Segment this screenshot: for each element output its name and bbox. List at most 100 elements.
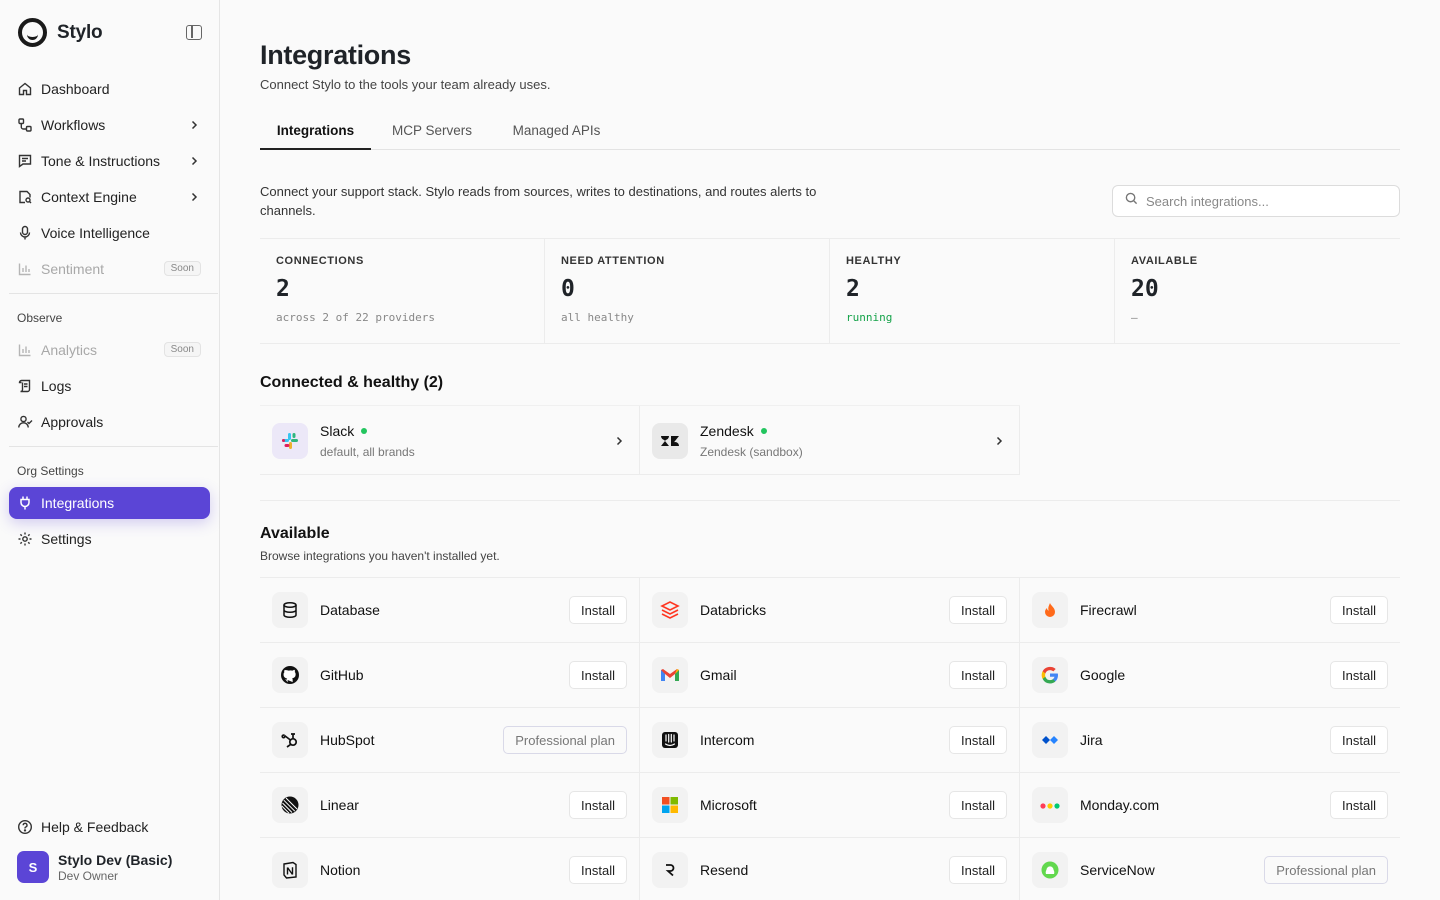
- sidebar-item-settings[interactable]: Settings: [9, 523, 210, 555]
- sidebar-item-label: Settings: [41, 531, 92, 547]
- google-icon: [1032, 657, 1068, 693]
- install-button[interactable]: Install: [569, 661, 627, 689]
- install-button[interactable]: Install: [569, 596, 627, 624]
- available-heading: Available: [260, 525, 330, 542]
- zendesk-icon: [652, 423, 688, 459]
- install-button[interactable]: Install: [1330, 791, 1388, 819]
- integration-name: Firecrawl: [1080, 602, 1137, 618]
- install-button[interactable]: Install: [569, 791, 627, 819]
- install-button[interactable]: Install: [569, 856, 627, 884]
- sidebar-divider: [9, 293, 218, 294]
- sidebar-item-dashboard[interactable]: Dashboard: [9, 73, 210, 105]
- professional-plan-button[interactable]: Professional plan: [1264, 856, 1388, 884]
- databricks-icon: [652, 592, 688, 628]
- integration-card-microsoft: Microsoft Install: [640, 772, 1020, 837]
- professional-plan-button[interactable]: Professional plan: [503, 726, 627, 754]
- connected-heading: Connected & healthy (2): [260, 374, 444, 391]
- sidebar-item-context-engine[interactable]: Context Engine: [9, 181, 210, 213]
- connected-desc: Zendesk (sandbox): [700, 445, 803, 459]
- sidebar-item-label: Sentiment: [41, 261, 105, 277]
- tab-managed-apis[interactable]: Managed APIs: [500, 112, 613, 149]
- stat-note: —: [1131, 311, 1138, 324]
- install-button[interactable]: Install: [1330, 661, 1388, 689]
- sidebar-item-label: Tone & Instructions: [41, 153, 161, 169]
- integration-card-gmail: Gmail Install: [640, 642, 1020, 707]
- integration-name: Jira: [1080, 732, 1103, 748]
- sidebar-item-sentiment: Sentiment Soon: [9, 253, 210, 285]
- database-icon: [272, 592, 308, 628]
- stat-value: 2: [846, 276, 860, 302]
- file-search-icon: [17, 189, 33, 205]
- sidebar-item-tone-instructions[interactable]: Tone & Instructions: [9, 145, 210, 177]
- connected-name: Zendesk: [700, 423, 767, 439]
- connected-list: Slack default, all brands Zendesk Zendes…: [260, 405, 1020, 475]
- intercom-icon: [652, 722, 688, 758]
- integration-card-intercom: Intercom Install: [640, 707, 1020, 772]
- connected-card-zendesk[interactable]: Zendesk Zendesk (sandbox): [640, 406, 1020, 475]
- integration-card-linear: Linear Install: [260, 772, 640, 837]
- install-button[interactable]: Install: [949, 791, 1007, 819]
- sidebar-item-workflows[interactable]: Workflows: [9, 109, 210, 141]
- chevron-right-icon: [993, 434, 1005, 452]
- connected-card-slack[interactable]: Slack default, all brands: [260, 406, 640, 475]
- main-content: Integrations Connect Stylo to the tools …: [220, 0, 1440, 900]
- stat-value: 20: [1131, 276, 1159, 302]
- stat-label: CONNECTIONS: [276, 255, 364, 267]
- section-divider: [260, 500, 1400, 501]
- search-icon: [1125, 192, 1138, 210]
- sidebar-item-voice-intelligence[interactable]: Voice Intelligence: [9, 217, 210, 249]
- intro-text: Connect your support stack. Stylo reads …: [260, 184, 817, 218]
- sidebar-item-approvals[interactable]: Approvals: [9, 406, 210, 438]
- sidebar-item-integrations[interactable]: Integrations: [9, 487, 210, 519]
- integration-name: Database: [320, 602, 380, 618]
- integration-name: Resend: [700, 862, 749, 878]
- hubspot-icon: [272, 722, 308, 758]
- jira-icon: [1032, 722, 1068, 758]
- integration-name: Notion: [320, 862, 361, 878]
- sidebar-item-label: Voice Intelligence: [41, 225, 150, 241]
- search-box[interactable]: [1112, 185, 1400, 217]
- search-input[interactable]: [1146, 193, 1386, 209]
- brand[interactable]: Stylo: [18, 18, 103, 47]
- install-button[interactable]: Install: [1330, 596, 1388, 624]
- install-button[interactable]: Install: [949, 856, 1007, 884]
- chevron-right-icon: [188, 118, 200, 134]
- bar-chart-icon: [17, 342, 33, 358]
- slack-icon: [272, 423, 308, 459]
- integration-name: Monday.com: [1080, 797, 1160, 813]
- stat-connections: CONNECTIONS 2 across 2 of 22 providers: [260, 239, 545, 343]
- firecrawl-icon: [1032, 592, 1068, 628]
- integration-name: Intercom: [700, 732, 755, 748]
- stat-value: 0: [561, 276, 575, 302]
- integration-name: Linear: [320, 797, 359, 813]
- install-button[interactable]: Install: [949, 596, 1007, 624]
- sidebar-toggle-icon[interactable]: [186, 25, 202, 40]
- integration-name: Zendesk: [700, 423, 754, 439]
- bar-chart-icon: [17, 261, 33, 277]
- sidebar-item-label: Analytics: [41, 342, 98, 358]
- integration-card-google: Google Install: [1020, 642, 1400, 707]
- notion-icon: [272, 852, 308, 888]
- home-icon: [17, 81, 33, 97]
- help-feedback-link[interactable]: Help & Feedback: [9, 811, 210, 843]
- install-button[interactable]: Install: [949, 726, 1007, 754]
- sidebar-item-label: Integrations: [41, 495, 115, 511]
- sidebar-item-logs[interactable]: Logs: [9, 370, 210, 402]
- user-role: Dev Owner: [58, 868, 119, 883]
- user-profile[interactable]: S Stylo Dev (Basic) Dev Owner: [17, 851, 172, 883]
- tab-integrations[interactable]: Integrations: [260, 112, 371, 150]
- install-button[interactable]: Install: [949, 661, 1007, 689]
- sidebar-item-label: Logs: [41, 378, 72, 394]
- stat-label: AVAILABLE: [1131, 255, 1198, 267]
- integration-card-firecrawl: Firecrawl Install: [1020, 577, 1400, 642]
- integration-name: Google: [1080, 667, 1126, 683]
- chevron-right-icon: [188, 154, 200, 170]
- integration-name: Databricks: [700, 602, 767, 618]
- install-button[interactable]: Install: [1330, 726, 1388, 754]
- section-label-org-settings: Org Settings: [17, 464, 84, 478]
- tab-mcp-servers[interactable]: MCP Servers: [382, 112, 482, 149]
- servicenow-icon: [1032, 852, 1068, 888]
- sidebar-divider: [9, 446, 218, 447]
- tab-bar: Integrations MCP Servers Managed APIs: [260, 112, 1400, 150]
- status-dot: [361, 428, 368, 434]
